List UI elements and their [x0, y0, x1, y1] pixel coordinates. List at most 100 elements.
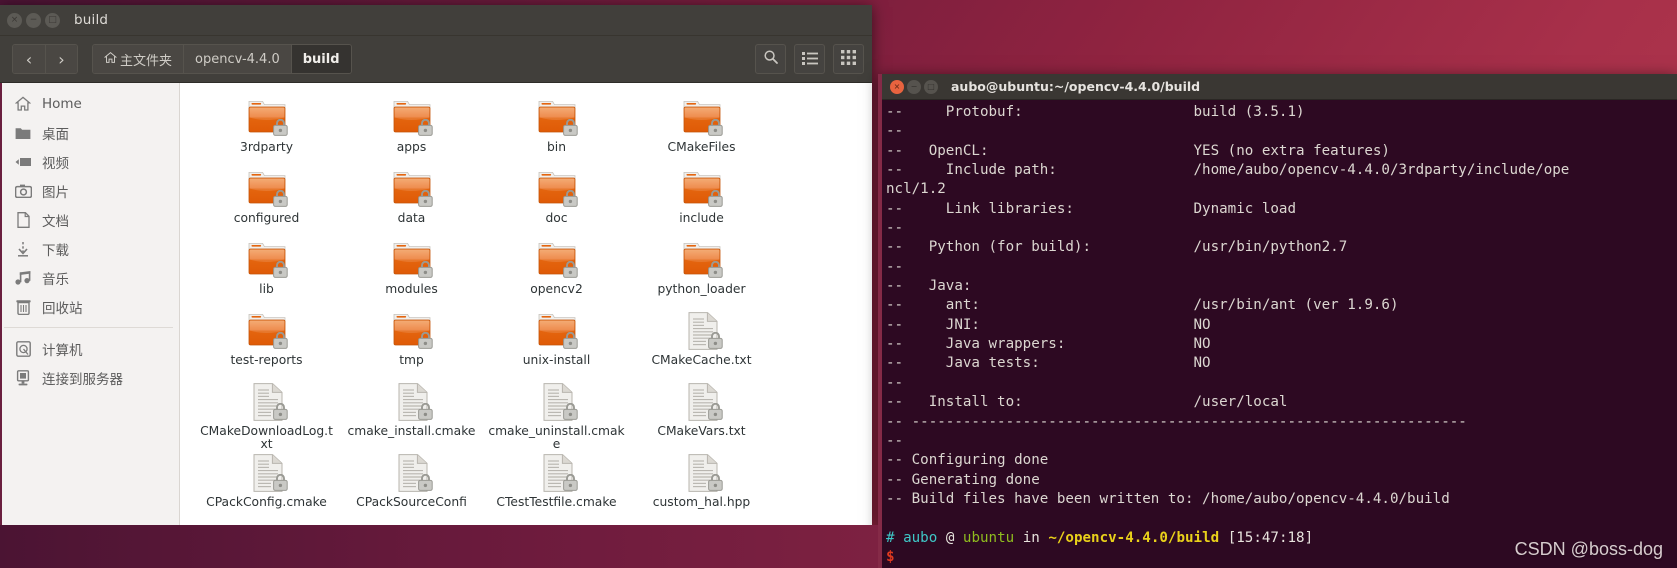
- terminal-maximize-button[interactable]: □: [924, 79, 938, 94]
- folder-icon: [390, 98, 434, 138]
- file-label: bin: [546, 140, 567, 154]
- folder-icon: [680, 98, 724, 138]
- lock-icon: [562, 190, 578, 207]
- file-label: apps: [396, 140, 427, 154]
- file-item[interactable]: custom_hal.hpp: [629, 450, 774, 521]
- folder-icon: [535, 98, 579, 138]
- folder-item[interactable]: lib: [194, 237, 339, 308]
- file-label: configured: [233, 211, 300, 225]
- sidebar-item-0[interactable]: Home: [2, 89, 179, 118]
- terminal-output[interactable]: -- Protobuf: build (3.5.1) -- -- OpenCL: Y…: [882, 100, 1677, 567]
- breadcrumb-item-opencv[interactable]: opencv-4.4.0: [184, 45, 292, 73]
- lock-icon: [417, 119, 433, 136]
- terminal-line: -- Build files have been written to: /ho…: [886, 490, 1450, 507]
- file-label: 3rdparty: [240, 140, 293, 154]
- window-controls: × − □: [0, 12, 60, 28]
- document-icon: [535, 453, 579, 493]
- file-item[interactable]: CPackConfig.cmake: [194, 450, 339, 521]
- terminal-line: -- Python (for build): /usr/bin/python2.…: [886, 239, 1348, 256]
- back-button[interactable]: ‹: [13, 45, 45, 73]
- lock-icon: [417, 190, 433, 207]
- maximize-window-button[interactable]: □: [45, 12, 60, 28]
- sidebar-device-1[interactable]: 连接到服务器: [2, 363, 179, 392]
- sidebar-item-label: 计算机: [42, 342, 83, 359]
- folder-item[interactable]: tmp: [339, 308, 484, 379]
- terminal-minimize-button[interactable]: −: [907, 79, 921, 94]
- breadcrumb-label: build: [302, 51, 340, 67]
- folder-item[interactable]: 3rdparty: [194, 95, 339, 166]
- file-label: opencv2: [530, 282, 583, 296]
- sidebar-item-3[interactable]: 图片: [2, 176, 179, 205]
- folder-item[interactable]: bin: [484, 95, 629, 166]
- terminal-line: -- Link libraries: Dynamic load: [886, 200, 1296, 217]
- document-icon: [13, 211, 33, 228]
- sidebar-item-label: 桌面: [42, 126, 69, 143]
- folder-item[interactable]: unix-install: [484, 308, 629, 379]
- terminal-line: -- Configuring done: [886, 452, 1049, 469]
- file-label: cmake_install.cmake: [347, 424, 476, 438]
- file-label: CMakeFiles: [667, 140, 736, 154]
- terminal-close-button[interactable]: ×: [890, 79, 904, 94]
- search-button[interactable]: [755, 44, 786, 74]
- file-item[interactable]: cmake_uninstall.cmake: [484, 379, 629, 451]
- terminal-line: --: [886, 258, 904, 275]
- folder-icon: [535, 311, 579, 351]
- file-manager-window: × − □ build ‹ › 主文件夹 opencv-4.4.0 build: [0, 5, 872, 525]
- file-label: CPackSourceConfi: [356, 495, 467, 509]
- lock-icon: [417, 332, 433, 349]
- file-item[interactable]: CTestTestfile.cmake: [484, 450, 629, 521]
- lock-icon: [272, 474, 288, 491]
- folder-item[interactable]: modules: [339, 237, 484, 308]
- folder-item[interactable]: apps: [339, 95, 484, 166]
- folder-item[interactable]: doc: [484, 166, 629, 237]
- terminal-line: --: [886, 220, 904, 237]
- file-item[interactable]: cmake_install.cmake: [339, 379, 484, 450]
- trash-icon: [13, 299, 33, 315]
- sidebar-device-0[interactable]: 计算机: [2, 334, 179, 363]
- folder-item[interactable]: configured: [194, 166, 339, 237]
- folder-item[interactable]: python_loader: [629, 237, 774, 308]
- sidebar-item-label: 下载: [42, 242, 69, 259]
- file-label: CTestTestfile.cmake: [496, 495, 617, 509]
- document-icon: [535, 382, 579, 422]
- folder-icon: [680, 240, 724, 280]
- terminal-window-controls: × − □: [882, 79, 938, 94]
- terminal-line: -- Install to: /user/local: [886, 394, 1288, 411]
- folder-item[interactable]: CMakeFiles: [629, 95, 774, 166]
- breadcrumb-item-build[interactable]: build: [291, 45, 351, 73]
- file-item[interactable]: CMakeVars.txt: [629, 379, 774, 450]
- file-manager-toolbar: ‹ › 主文件夹 opencv-4.4.0 build: [0, 36, 872, 83]
- file-item[interactable]: CMakeCache.txt: [629, 308, 774, 379]
- list-view-button[interactable]: [794, 44, 825, 74]
- watermark: CSDN @boss-dog: [1514, 539, 1663, 559]
- close-window-button[interactable]: ×: [7, 12, 22, 28]
- lock-icon: [272, 261, 288, 278]
- folder-item[interactable]: include: [629, 166, 774, 237]
- file-item[interactable]: CPackSourceConfi: [339, 450, 484, 521]
- file-label: doc: [545, 211, 568, 225]
- forward-button[interactable]: ›: [45, 45, 77, 73]
- folder-item[interactable]: test-reports: [194, 308, 339, 379]
- file-label: include: [679, 211, 724, 225]
- sidebar-item-1[interactable]: 桌面: [2, 118, 179, 147]
- file-item[interactable]: CMakeDownloadLog.txt: [194, 379, 339, 451]
- file-manager-body: Home 桌面视频 图片 文档下载音乐 回收站计算机连接到服务器 3rdparty app…: [0, 83, 872, 525]
- sidebar-item-6[interactable]: 音乐: [2, 263, 179, 292]
- lock-icon: [707, 474, 723, 491]
- folder-item[interactable]: data: [339, 166, 484, 237]
- lock-icon: [707, 261, 723, 278]
- camera-icon: [13, 183, 33, 199]
- lock-icon: [272, 190, 288, 207]
- sidebar-item-4[interactable]: 文档: [2, 205, 179, 234]
- breadcrumb-item-home[interactable]: 主文件夹: [93, 45, 185, 73]
- minimize-window-button[interactable]: −: [26, 12, 41, 28]
- video-icon: [13, 154, 33, 170]
- sidebar-item-5[interactable]: 下载: [2, 234, 179, 263]
- grid-view-button[interactable]: [833, 44, 864, 74]
- sidebar-item-2[interactable]: 视频: [2, 147, 179, 176]
- file-label: python_loader: [657, 282, 746, 296]
- sidebar-item-7[interactable]: 回收站: [2, 292, 179, 321]
- folder-item[interactable]: opencv2: [484, 237, 629, 308]
- folder-icon: [390, 169, 434, 209]
